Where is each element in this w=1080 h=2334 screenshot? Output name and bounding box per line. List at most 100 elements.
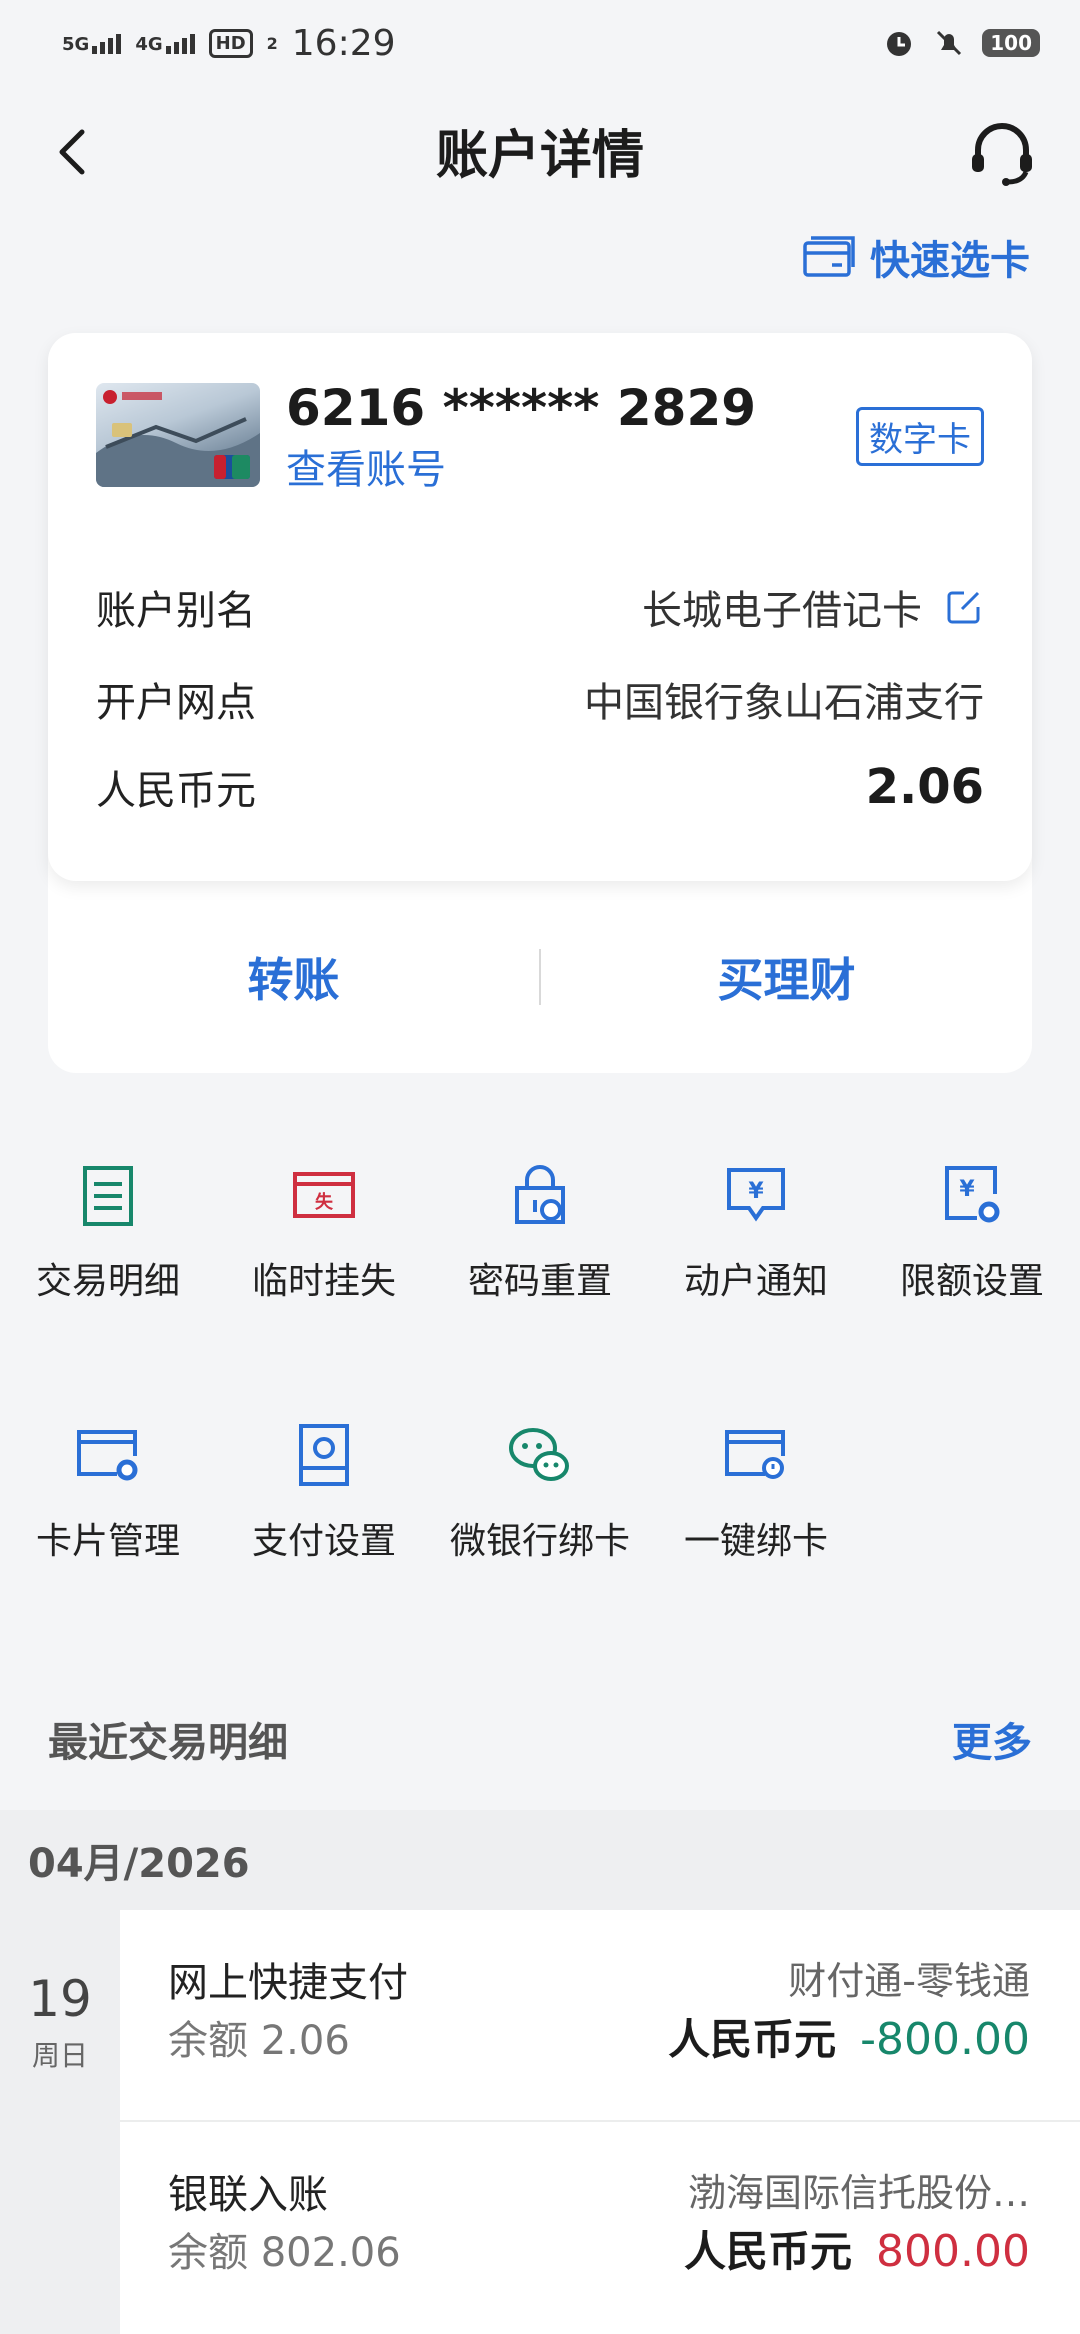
service-label: 一键绑卡	[683, 1521, 828, 1562]
service-label: 限额设置	[899, 1261, 1044, 1302]
service-quick-bind[interactable]: 一键绑卡	[648, 1420, 864, 1564]
recent-transactions-header: 最近交易明细 更多	[48, 1710, 1032, 1768]
network-type-4g: 4G	[135, 34, 163, 55]
recent-transactions-title: 最近交易明细	[48, 1720, 288, 1766]
balance-value: 802.06	[260, 2230, 401, 2276]
balance-row: 人民币元 2.06	[96, 758, 984, 816]
card-art	[96, 390, 260, 487]
quick-bind-icon	[725, 1430, 785, 1479]
service-label: 支付设置	[251, 1521, 396, 1562]
balance-value: 2.06	[260, 2018, 350, 2064]
back-icon[interactable]	[44, 122, 104, 182]
transaction-counterparty: 财付通-零钱通	[788, 1959, 1030, 2003]
service-password-reset[interactable]: 密码重置	[432, 1160, 648, 1304]
date-column: 19 周日	[0, 1910, 120, 2334]
loss-report-icon: 失	[293, 1172, 355, 1218]
mute-icon	[937, 30, 962, 56]
card-actions: 转账 买理财	[48, 881, 1032, 1073]
hd-label: HD	[215, 32, 246, 54]
page-title: 账户详情	[435, 125, 644, 186]
alarm-icon	[887, 32, 912, 56]
alias-label: 账户别名	[96, 588, 256, 634]
battery-icon: 100	[982, 29, 1040, 57]
weekday-label: 周日	[31, 2039, 88, 2072]
transaction-name: 银联入账	[168, 2172, 328, 2218]
notification-icon: ¥	[727, 1168, 785, 1222]
service-transaction-details[interactable]: 交易明细	[0, 1160, 216, 1304]
quick-select-card-button[interactable]: 快速选卡	[802, 228, 1030, 286]
view-account-link[interactable]: 查看账号	[286, 437, 446, 495]
service-label: 卡片管理	[35, 1521, 180, 1562]
top-nav: 账户详情	[0, 100, 1080, 200]
customer-service-icon[interactable]	[964, 116, 1040, 192]
svg-text:¥: ¥	[748, 1179, 764, 1204]
signal-4g: 4G	[135, 32, 195, 55]
transaction-row[interactable]: 银联入账 余额 802.06 渤海国际信托股份… 人民币元 800.00	[120, 2122, 1080, 2334]
network-type-5g: 5G	[62, 34, 90, 55]
transaction-balance: 余额 802.06	[168, 2220, 401, 2278]
payment-settings-icon	[299, 1424, 349, 1486]
service-payment-settings[interactable]: 支付设置	[216, 1420, 432, 1564]
hd-icon: HD	[208, 28, 253, 58]
card-number: 6216 ****** 2829	[286, 379, 757, 437]
wechat-icon	[509, 1428, 569, 1481]
alias-value-wrap: 长城电子借记卡	[642, 578, 984, 636]
card-select-icon	[803, 236, 855, 277]
transaction-balance: 余额 2.06	[168, 2008, 350, 2066]
service-label: 交易明细	[35, 1261, 180, 1302]
limit-settings-icon: ¥	[945, 1166, 1000, 1223]
service-limit-settings[interactable]: ¥ 限额设置	[864, 1160, 1080, 1304]
currency-label: 人民币元	[96, 768, 256, 814]
alias-row: 账户别名 长城电子借记卡	[96, 578, 984, 636]
balance-amount: 2.06	[865, 759, 984, 815]
signal-5g: 5G	[62, 32, 122, 55]
service-label: 密码重置	[467, 1261, 612, 1302]
hd-sub-label: 2	[266, 33, 278, 53]
transfer-button[interactable]: 转账	[48, 944, 539, 1010]
service-label: 临时挂失	[251, 1261, 396, 1302]
signal-bars-icon	[92, 32, 122, 54]
password-reset-icon	[515, 1165, 565, 1224]
service-temporary-loss[interactable]: 失 临时挂失	[216, 1160, 432, 1304]
service-wechat-bind[interactable]: 微银行绑卡	[432, 1420, 648, 1564]
quick-select-label: 快速选卡	[870, 238, 1030, 284]
status-bar: 5G 4G HD 2 16:29 100	[0, 0, 1080, 86]
svg-text:¥: ¥	[959, 1177, 975, 1202]
balance-label: 余额	[168, 2230, 248, 2276]
month-label: 04月/2026	[28, 1841, 250, 1887]
clock: 16:29	[291, 22, 396, 64]
transaction-currency: 人民币元	[684, 2227, 853, 2276]
day-number: 19	[28, 1970, 92, 2028]
transaction-amount-value: 800.00	[876, 2226, 1030, 2277]
transaction-currency: 人民币元	[668, 2015, 837, 2064]
bank-card-image	[96, 383, 260, 487]
balance-label: 余额	[168, 2018, 248, 2064]
status-left: 5G 4G HD 2 16:29	[62, 23, 396, 64]
month-header: 04月/2026	[0, 1810, 1080, 1910]
svg-text:失: 失	[315, 1191, 334, 1213]
service-card-management[interactable]: 卡片管理	[0, 1420, 216, 1564]
transaction-name: 网上快捷支付	[168, 1960, 408, 2006]
card-manage-icon	[77, 1430, 138, 1481]
list-icon	[83, 1166, 133, 1226]
account-card-info: 6216 ****** 2829 查看账号 数字卡 账户别名 长城电子借记卡 开…	[48, 333, 1032, 881]
service-label: 微银行绑卡	[449, 1521, 630, 1562]
transaction-row[interactable]: 网上快捷支付 余额 2.06 财付通-零钱通 人民币元 -800.00	[120, 1910, 1080, 2122]
edit-icon[interactable]	[944, 587, 984, 627]
signal-bars-icon	[165, 32, 195, 54]
branch-value: 中国银行象山石浦支行	[584, 680, 984, 726]
transaction-amount-value: -800.00	[860, 2014, 1030, 2065]
buy-wealth-button[interactable]: 买理财	[541, 944, 1032, 1010]
digital-card-badge: 数字卡	[856, 407, 984, 466]
account-card: 6216 ****** 2829 查看账号 数字卡 账户别名 长城电子借记卡 开…	[48, 333, 1032, 1073]
branch-row: 开户网点 中国银行象山石浦支行	[96, 670, 984, 728]
service-account-notification[interactable]: ¥ 动户通知	[648, 1160, 864, 1304]
transaction-amount: 人民币元 800.00	[684, 2218, 1030, 2279]
alias-value: 长城电子借记卡	[642, 588, 922, 634]
transaction-amount: 人民币元 -800.00	[668, 2006, 1030, 2067]
more-link[interactable]: 更多	[952, 1710, 1032, 1768]
status-right: 100	[882, 26, 1040, 60]
branch-label: 开户网点	[96, 680, 256, 726]
transaction-counterparty: 渤海国际信托股份…	[687, 2171, 1030, 2215]
service-label: 动户通知	[683, 1261, 828, 1302]
